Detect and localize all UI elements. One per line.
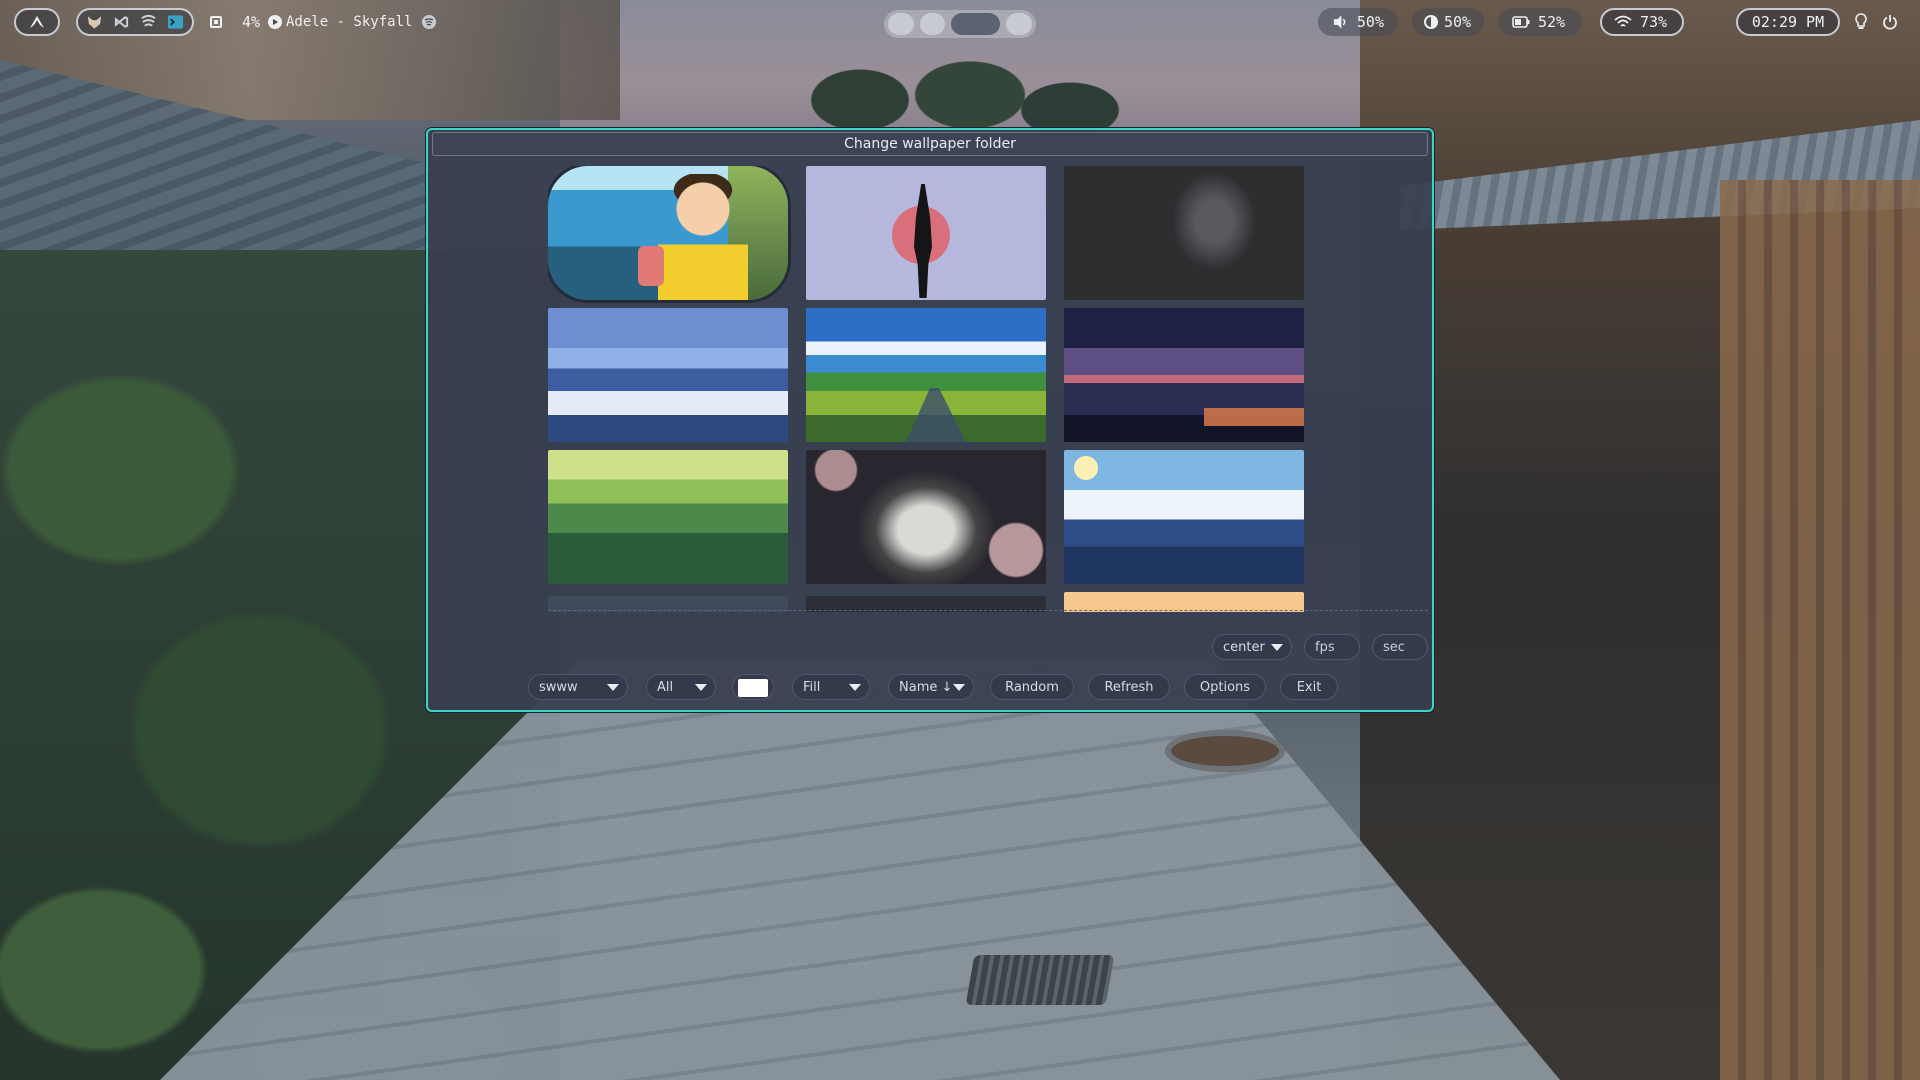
- grid-scroll-divider: [548, 610, 1428, 611]
- vscode-icon[interactable]: [113, 13, 130, 31]
- wallpaper-thumb-snowy-mountains-clouds[interactable]: [548, 308, 788, 442]
- transition-position-value: center: [1223, 639, 1265, 655]
- clock-time: 02:29 PM: [1751, 13, 1825, 31]
- monitor-dropdown[interactable]: All: [646, 674, 716, 700]
- brightness-icon: [1424, 15, 1438, 29]
- fps-input[interactable]: fps: [1304, 634, 1360, 660]
- fill-mode-dropdown[interactable]: Fill: [792, 674, 870, 700]
- cpu-chip-icon: [210, 16, 222, 28]
- thumb-detail: [1074, 456, 1098, 480]
- media-widget[interactable]: Adele - Skyfall: [268, 10, 437, 34]
- exit-label: Exit: [1296, 679, 1322, 695]
- launcher-button[interactable]: [14, 8, 60, 36]
- thumb-detail: [906, 388, 966, 442]
- fill-mode-value: Fill: [803, 679, 821, 695]
- wifi-icon: [1614, 15, 1632, 27]
- workspace-switcher: [884, 10, 1036, 38]
- transition-position-dropdown[interactable]: center: [1212, 634, 1292, 660]
- workspace-4[interactable]: [1006, 13, 1032, 35]
- fps-placeholder: fps: [1315, 639, 1335, 655]
- monitor-value: All: [657, 679, 674, 695]
- workspace-3-active[interactable]: [951, 13, 1001, 35]
- brightness-percent: 50%: [1444, 13, 1472, 31]
- lightbulb-icon[interactable]: [1854, 13, 1868, 31]
- sort-dropdown[interactable]: Name ↓: [888, 674, 974, 700]
- options-label: Options: [1199, 679, 1251, 695]
- clock-widget[interactable]: 02:29 PM: [1736, 8, 1840, 36]
- wallpaper-picker-window: Change wallpaper folder center fps sec s…: [426, 128, 1434, 712]
- terminal-icon[interactable]: [167, 13, 184, 31]
- volume-widget[interactable]: 50%: [1318, 8, 1398, 36]
- feed-icon[interactable]: [140, 13, 157, 31]
- chevron-down-icon: [1271, 644, 1283, 651]
- brightness-widget[interactable]: 50%: [1412, 8, 1484, 36]
- wallpaper-thumb-green-forest-hills[interactable]: [548, 450, 788, 584]
- wifi-widget[interactable]: 73%: [1600, 8, 1684, 36]
- system-tray: [1854, 10, 1898, 34]
- wallpaper-thumb-partial-row-3[interactable]: [1064, 592, 1304, 612]
- wifi-percent: 73%: [1640, 13, 1668, 31]
- wallpaper-thumb-night-lake-mountains[interactable]: [1064, 308, 1304, 442]
- color-picker-button[interactable]: [732, 674, 774, 700]
- battery-widget[interactable]: 52%: [1498, 8, 1582, 36]
- workspace-1[interactable]: [888, 13, 914, 35]
- wallpaper-thumb-wolf-ink[interactable]: [806, 450, 1046, 584]
- chevron-down-icon: [695, 684, 707, 691]
- thumb-detail: [914, 184, 932, 298]
- cpu-widget[interactable]: 4%: [208, 10, 260, 34]
- wallpaper-thumb-green-field-path[interactable]: [806, 308, 1046, 442]
- volume-percent: 50%: [1356, 13, 1384, 31]
- wallpaper-thumb-dark-portrait[interactable]: [1064, 166, 1304, 300]
- random-label: Random: [1005, 679, 1059, 695]
- backend-dropdown[interactable]: swww: [528, 674, 628, 700]
- thumb-detail: [638, 246, 664, 286]
- wallpaper-thumb-samurai-red-moon[interactable]: [806, 166, 1046, 300]
- workspace-2[interactable]: [919, 13, 946, 35]
- battery-icon: [1512, 16, 1530, 28]
- sec-placeholder: sec: [1383, 639, 1405, 655]
- battery-percent: 52%: [1538, 13, 1566, 31]
- wallpaper-thumb-ghibli-boy-sea[interactable]: [548, 166, 788, 300]
- refresh-label: Refresh: [1104, 679, 1154, 695]
- exit-button[interactable]: Exit: [1280, 674, 1338, 700]
- thumb-detail: [1204, 408, 1304, 426]
- sec-input[interactable]: sec: [1372, 634, 1428, 660]
- chevron-down-icon: [849, 684, 861, 691]
- sort-value: Name ↓: [899, 679, 953, 695]
- color-swatch: [738, 679, 768, 697]
- wallpaper-manhole: [1165, 730, 1285, 772]
- wallpaper-thumb-blue-mountains-sun[interactable]: [1064, 450, 1304, 584]
- cpu-percent: 4%: [242, 13, 261, 31]
- fox-icon[interactable]: [86, 13, 103, 31]
- play-icon[interactable]: [268, 15, 282, 29]
- random-button[interactable]: Random: [990, 674, 1074, 700]
- thumb-detail: [806, 450, 1046, 584]
- media-title: Adele - Skyfall: [286, 14, 413, 30]
- chevron-down-icon: [607, 684, 619, 691]
- wallpaper-grid[interactable]: [548, 166, 1428, 612]
- options-button[interactable]: Options: [1184, 674, 1266, 700]
- backend-value: swww: [539, 679, 578, 695]
- window-title[interactable]: Change wallpaper folder: [432, 132, 1428, 156]
- power-icon[interactable]: [1882, 14, 1898, 30]
- app-dock: [76, 8, 194, 36]
- wallpaper-drain: [965, 955, 1115, 1005]
- spotify-icon: [422, 15, 437, 29]
- thumb-detail: [658, 174, 748, 300]
- refresh-button[interactable]: Refresh: [1088, 674, 1170, 700]
- arch-logo-icon: [30, 16, 44, 28]
- wallpaper-fence: [1720, 180, 1920, 1080]
- speaker-icon: [1333, 15, 1346, 29]
- chevron-down-icon: [953, 684, 965, 691]
